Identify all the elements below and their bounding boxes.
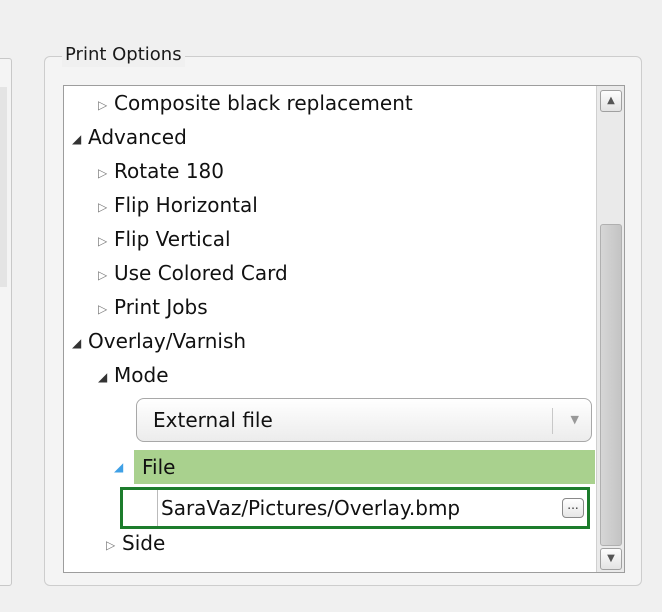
file-path-editor[interactable]: SaraVaz/Pictures/Overlay.bmp ... (120, 487, 590, 529)
collapse-arrow-icon[interactable]: ◢ (98, 360, 114, 394)
tree-item-label: Mode (114, 363, 169, 387)
mode-select[interactable]: External file ▼ (136, 398, 592, 442)
combo-separator (552, 408, 553, 434)
mode-select-value: External file (153, 408, 273, 432)
tree-item-side[interactable]: ▷ Side (106, 526, 165, 560)
tree-item-label: Advanced (88, 125, 187, 149)
tree-item-label: Use Colored Card (114, 261, 288, 285)
browse-button[interactable]: ... (562, 498, 584, 518)
file-path-input[interactable]: SaraVaz/Pictures/Overlay.bmp (161, 490, 460, 526)
expand-arrow-icon[interactable]: ▷ (98, 88, 114, 122)
tree-item-mode[interactable]: ◢ Mode (98, 358, 169, 392)
tree-item-file[interactable]: ◢ File (114, 450, 595, 484)
tree-item-flip-horizontal[interactable]: ▷ Flip Horizontal (98, 188, 258, 222)
file-checkbox[interactable] (123, 490, 158, 526)
scroll-down-button[interactable]: ▼ (600, 548, 622, 570)
expand-arrow-icon[interactable]: ▷ (98, 224, 114, 258)
expand-arrow-icon[interactable]: ▷ (98, 190, 114, 224)
tree-item-label: Rotate 180 (114, 159, 225, 183)
left-panel-scrollbar[interactable] (0, 87, 7, 287)
collapse-arrow-icon[interactable]: ◢ (72, 122, 88, 156)
collapse-arrow-icon[interactable]: ◢ (72, 326, 88, 360)
tree-item-use-colored-card[interactable]: ▷ Use Colored Card (98, 256, 288, 290)
tree-item-label: Print Jobs (114, 295, 208, 319)
collapse-arrow-icon[interactable]: ◢ (114, 450, 123, 484)
print-options-tree[interactable]: ▷ Composite black replacement ◢ Advanced ▷… (63, 85, 625, 573)
expand-arrow-icon[interactable]: ▷ (98, 258, 114, 292)
expand-arrow-icon[interactable]: ▷ (98, 292, 114, 326)
left-panel (0, 58, 12, 586)
tree-item-flip-vertical[interactable]: ▷ Flip Vertical (98, 222, 231, 256)
group-title: Print Options (62, 43, 185, 67)
tree-item-label: Flip Horizontal (114, 193, 258, 217)
tree-item-label: File (142, 455, 176, 479)
tree-item-composite-black-replacement[interactable]: ▷ Composite black replacement (98, 86, 413, 120)
tree-item-overlay-varnish[interactable]: ◢ Overlay/Varnish (72, 324, 246, 358)
dropdown-arrow-icon[interactable]: ▼ (571, 399, 579, 441)
scrollbar-thumb[interactable] (600, 224, 622, 546)
expand-arrow-icon[interactable]: ▷ (106, 528, 122, 562)
tree-item-label: Overlay/Varnish (88, 329, 247, 353)
scroll-up-button[interactable]: ▲ (600, 90, 622, 112)
tree-item-label: Side (122, 531, 166, 555)
tree-item-print-jobs[interactable]: ▷ Print Jobs (98, 290, 208, 324)
expand-arrow-icon[interactable]: ▷ (98, 156, 114, 190)
tree-vertical-scrollbar[interactable]: ▲ ▼ (596, 86, 624, 572)
tree-item-advanced[interactable]: ◢ Advanced (72, 120, 187, 154)
tree-item-label: Flip Vertical (114, 227, 231, 251)
tree-item-rotate-180[interactable]: ▷ Rotate 180 (98, 154, 224, 188)
tree-item-label: Composite black replacement (114, 91, 413, 115)
